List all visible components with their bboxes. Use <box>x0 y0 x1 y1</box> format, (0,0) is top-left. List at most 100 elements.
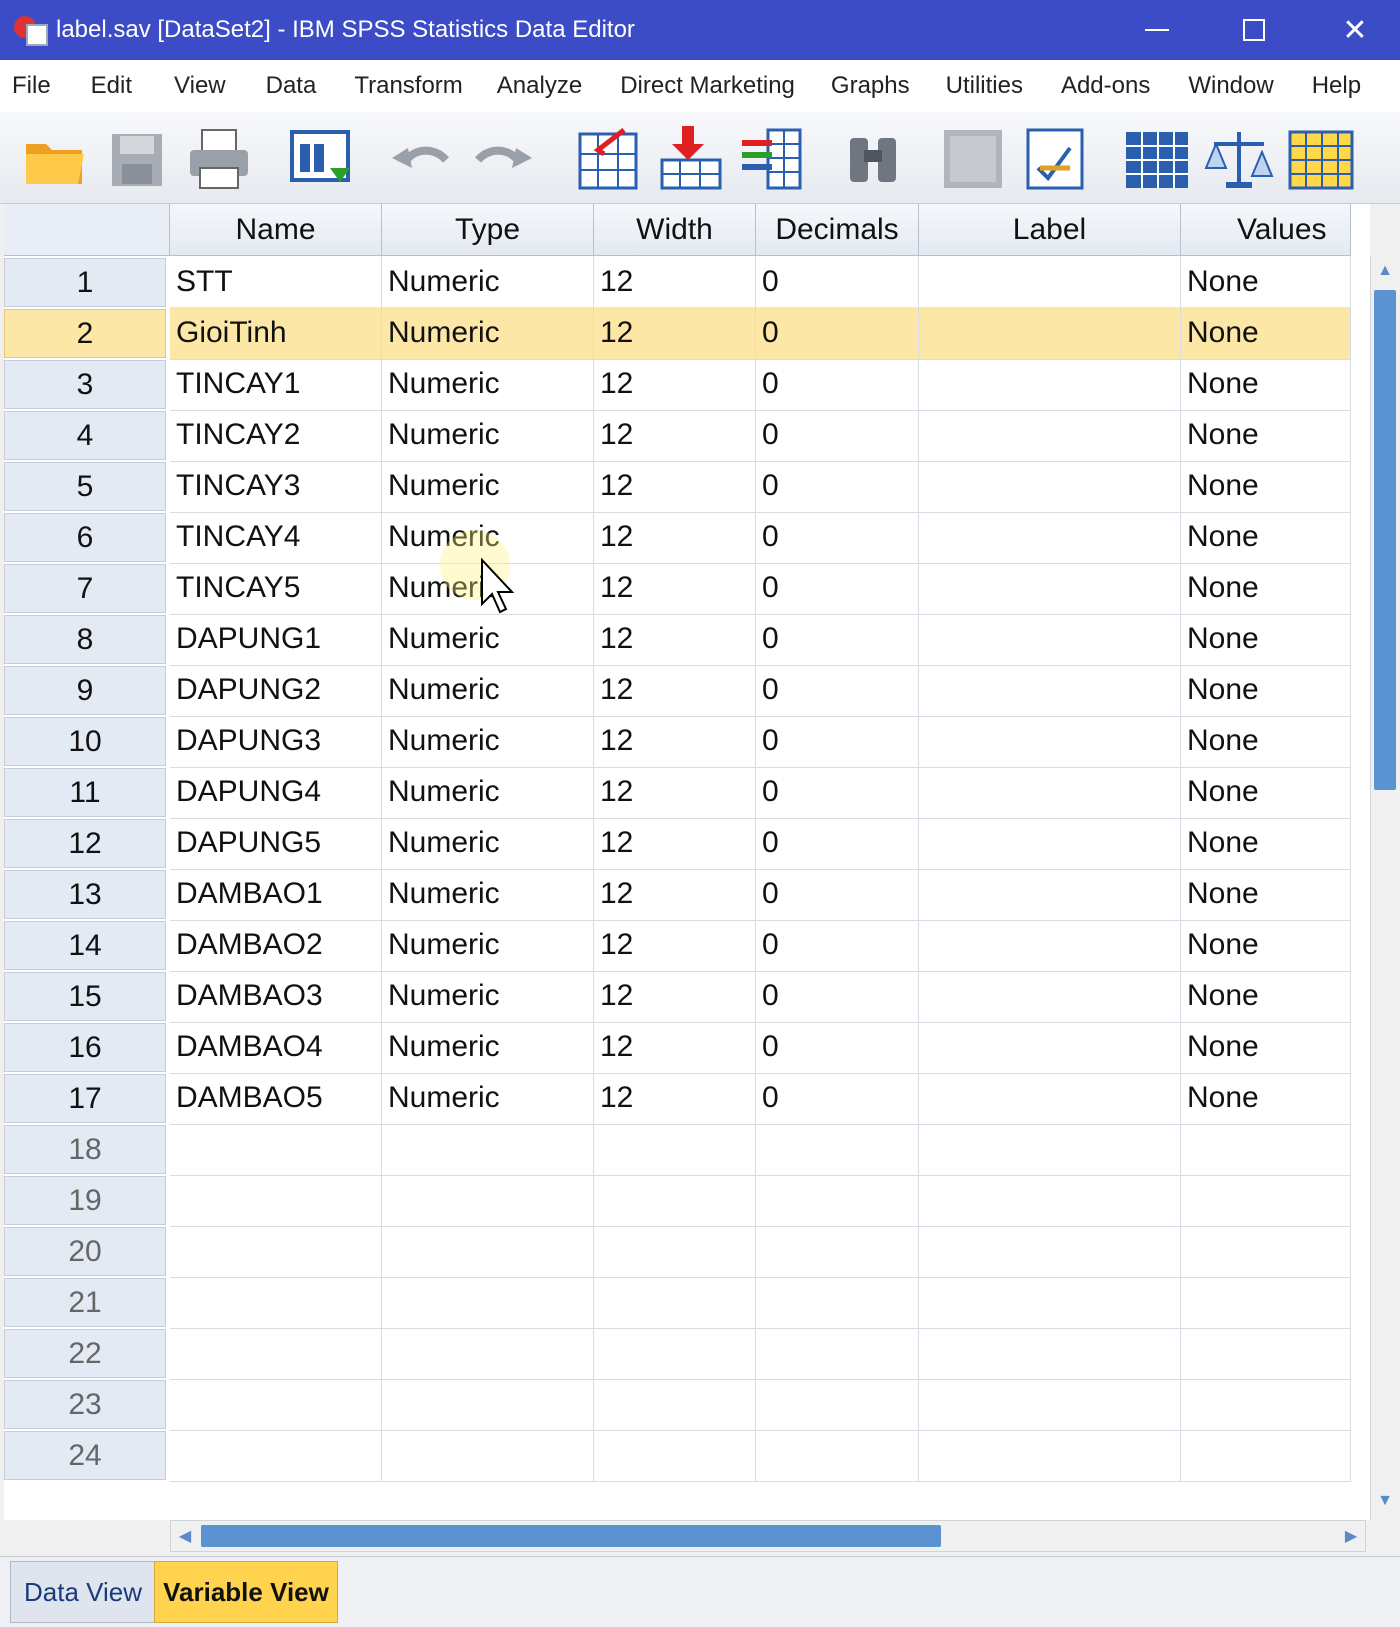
column-header-values[interactable]: Values <box>1181 204 1351 256</box>
menu-add-ons[interactable]: Add-ons <box>1059 72 1152 100</box>
scroll-right-icon[interactable]: ▶ <box>1337 1521 1365 1551</box>
table-row[interactable]: 6 TINCAY4 Numeric 12 0 None <box>4 511 1370 564</box>
menu-data[interactable]: Data <box>264 72 319 100</box>
cell-label[interactable] <box>919 256 1181 309</box>
row-number[interactable]: 7 <box>4 564 166 613</box>
cell-label[interactable] <box>919 1174 1181 1227</box>
spss-app-icon[interactable] <box>12 12 48 48</box>
tab-variable-view[interactable]: Variable View <box>154 1561 338 1623</box>
cell-label[interactable] <box>919 1123 1181 1176</box>
cell-name[interactable]: DAPUNG2 <box>170 664 382 717</box>
menu-direct-marketing[interactable]: Direct Marketing <box>618 72 797 100</box>
table-row[interactable]: 13 DAMBAO1 Numeric 12 0 None <box>4 868 1370 921</box>
table-row[interactable]: 23 <box>4 1378 1370 1431</box>
column-header-type[interactable]: Type <box>382 204 594 256</box>
cell-name[interactable]: DAPUNG4 <box>170 766 382 819</box>
cell-type[interactable]: Numeric <box>382 358 594 411</box>
table-row[interactable]: 1 STT Numeric 12 0 None <box>4 256 1370 309</box>
table-row[interactable]: 18 <box>4 1123 1370 1176</box>
cell-label[interactable] <box>919 1378 1181 1431</box>
cell-label[interactable] <box>919 562 1181 615</box>
cell-type[interactable]: Numeric <box>382 766 594 819</box>
cell-name[interactable] <box>170 1429 382 1482</box>
cell-decimals[interactable] <box>756 1225 919 1278</box>
cell-label[interactable] <box>919 715 1181 768</box>
redo-icon[interactable] <box>468 124 538 194</box>
cell-decimals[interactable]: 0 <box>756 460 919 513</box>
cell-name[interactable]: DAMBAO1 <box>170 868 382 921</box>
insert-cases-icon[interactable] <box>938 124 1008 194</box>
row-number[interactable]: 10 <box>4 717 166 766</box>
cell-decimals[interactable]: 0 <box>756 919 919 972</box>
close-button[interactable]: ✕ <box>1315 0 1395 60</box>
minimize-button[interactable] <box>1117 0 1197 60</box>
cell-width[interactable] <box>594 1327 756 1380</box>
table-row[interactable]: 24 <box>4 1429 1370 1482</box>
cell-values[interactable]: None <box>1181 562 1351 615</box>
cell-width[interactable]: 12 <box>594 970 756 1023</box>
cell-type[interactable] <box>382 1225 594 1278</box>
cell-name[interactable]: DAMBAO5 <box>170 1072 382 1125</box>
cell-values[interactable]: None <box>1181 460 1351 513</box>
row-number[interactable]: 13 <box>4 870 166 919</box>
cell-name[interactable]: DAPUNG1 <box>170 613 382 666</box>
cell-decimals[interactable]: 0 <box>756 766 919 819</box>
vertical-scrollbar[interactable]: ▲ ▼ <box>1370 256 1400 1520</box>
cell-width[interactable] <box>594 1174 756 1227</box>
column-header-width[interactable]: Width <box>594 204 756 256</box>
cell-width[interactable]: 12 <box>594 256 756 309</box>
cell-type[interactable] <box>382 1123 594 1176</box>
row-number[interactable]: 1 <box>4 258 166 307</box>
cell-decimals[interactable]: 0 <box>756 613 919 666</box>
cell-label[interactable] <box>919 1429 1181 1482</box>
cell-width[interactable]: 12 <box>594 766 756 819</box>
cell-width[interactable]: 12 <box>594 511 756 564</box>
find-icon[interactable] <box>838 124 908 194</box>
variables-icon[interactable] <box>738 124 808 194</box>
cell-width[interactable]: 12 <box>594 1072 756 1125</box>
row-number[interactable]: 6 <box>4 513 166 562</box>
row-number[interactable]: 5 <box>4 462 166 511</box>
menu-window[interactable]: Window <box>1186 72 1275 100</box>
cell-values[interactable]: None <box>1181 256 1351 309</box>
cell-name[interactable]: GioiTinh <box>170 307 382 360</box>
cell-decimals[interactable]: 0 <box>756 868 919 921</box>
cell-values[interactable]: None <box>1181 715 1351 768</box>
scroll-up-icon[interactable]: ▲ <box>1371 258 1399 284</box>
cell-values[interactable]: None <box>1181 307 1351 360</box>
select-cases-icon[interactable] <box>1286 124 1356 194</box>
cell-values[interactable] <box>1181 1225 1351 1278</box>
table-row[interactable]: 17 DAMBAO5 Numeric 12 0 None <box>4 1072 1370 1125</box>
open-folder-icon[interactable] <box>20 124 90 194</box>
goto-variable-icon[interactable] <box>656 124 726 194</box>
cell-type[interactable] <box>382 1276 594 1329</box>
table-row[interactable]: 3 TINCAY1 Numeric 12 0 None <box>4 358 1370 411</box>
cell-width[interactable] <box>594 1276 756 1329</box>
menu-help[interactable]: Help <box>1310 72 1363 100</box>
cell-values[interactable]: None <box>1181 511 1351 564</box>
cell-type[interactable]: Numeric <box>382 256 594 309</box>
cell-decimals[interactable] <box>756 1174 919 1227</box>
cell-width[interactable]: 12 <box>594 715 756 768</box>
cell-label[interactable] <box>919 511 1181 564</box>
menu-analyze[interactable]: Analyze <box>495 72 584 100</box>
cell-label[interactable] <box>919 613 1181 666</box>
cell-type[interactable]: Numeric <box>382 307 594 360</box>
cell-decimals[interactable]: 0 <box>756 1072 919 1125</box>
table-row[interactable]: 12 DAPUNG5 Numeric 12 0 None <box>4 817 1370 870</box>
cell-values[interactable]: None <box>1181 1021 1351 1074</box>
cell-label[interactable] <box>919 664 1181 717</box>
table-row[interactable]: 16 DAMBAO4 Numeric 12 0 None <box>4 1021 1370 1074</box>
cell-label[interactable] <box>919 1225 1181 1278</box>
cell-decimals[interactable]: 0 <box>756 817 919 870</box>
cell-values[interactable]: None <box>1181 766 1351 819</box>
cell-values[interactable]: None <box>1181 358 1351 411</box>
cell-name[interactable]: DAMBAO2 <box>170 919 382 972</box>
cell-type[interactable] <box>382 1327 594 1380</box>
cell-values[interactable]: None <box>1181 868 1351 921</box>
cell-name[interactable]: DAPUNG5 <box>170 817 382 870</box>
table-row[interactable]: 10 DAPUNG3 Numeric 12 0 None <box>4 715 1370 768</box>
cell-name[interactable]: DAMBAO4 <box>170 1021 382 1074</box>
column-header-label[interactable]: Label <box>919 204 1181 256</box>
save-icon[interactable] <box>102 124 172 194</box>
